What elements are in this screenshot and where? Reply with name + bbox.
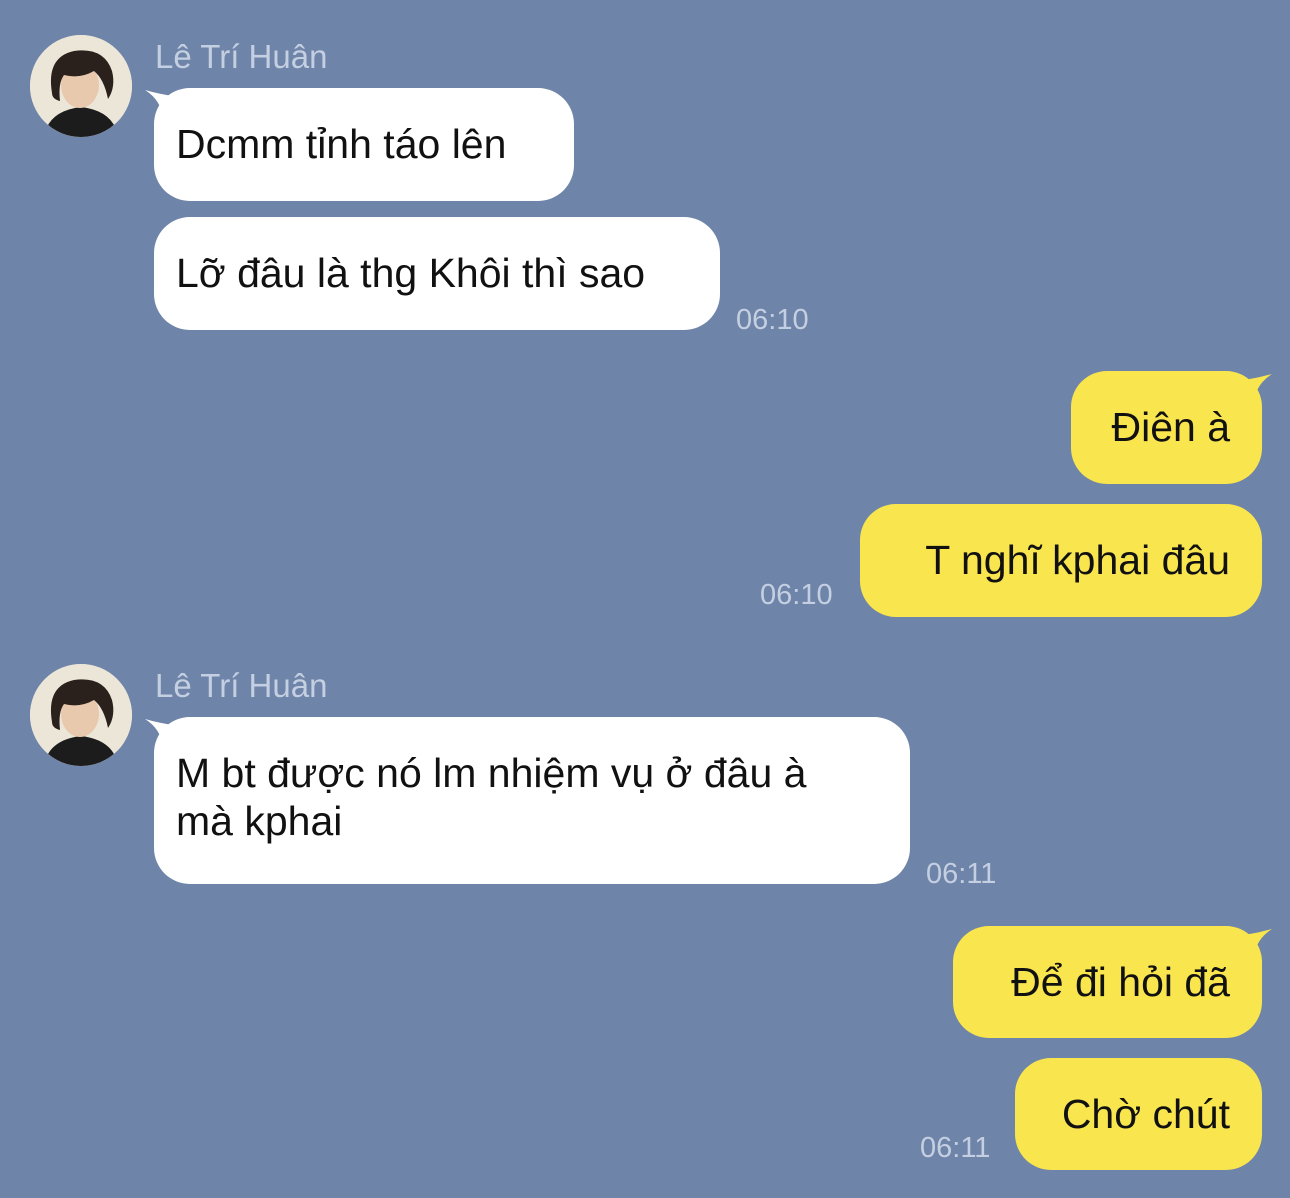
- sender-name: Lê Trí Huân: [155, 38, 328, 75]
- message-text: T nghĩ kphai đâu: [925, 537, 1230, 583]
- message-timestamp: 06:11: [920, 1132, 991, 1164]
- message-timestamp: 06:10: [736, 304, 809, 336]
- message-bubble-incoming[interactable]: Dcmm tỉnh táo lên: [154, 88, 574, 201]
- message-bubble-incoming[interactable]: M bt được nó lm nhiệm vụ ở đâu à mà kpha…: [154, 717, 910, 884]
- message-bubble-outgoing[interactable]: Chờ chút: [1015, 1058, 1262, 1170]
- message-text: Điên à: [1111, 404, 1230, 450]
- message-timestamp: 06:10: [760, 579, 833, 611]
- message-bubble-outgoing[interactable]: Để đi hỏi đã: [953, 926, 1262, 1038]
- sender-avatar[interactable]: [30, 35, 132, 137]
- message-text: Chờ chút: [1061, 1091, 1230, 1137]
- message-text: M bt được nó lm nhiệm vụ ở đâu à mà kpha…: [176, 750, 807, 844]
- message-text: Để đi hỏi đã: [1011, 959, 1230, 1005]
- message-timestamp: 06:11: [926, 858, 997, 890]
- message-bubble-incoming[interactable]: Lỡ đâu là thg Khôi thì sao: [154, 217, 720, 330]
- message-text: Lỡ đâu là thg Khôi thì sao: [176, 250, 646, 296]
- sender-avatar[interactable]: [30, 664, 132, 766]
- message-bubble-outgoing[interactable]: T nghĩ kphai đâu: [860, 504, 1262, 617]
- message-bubble-outgoing[interactable]: Điên à: [1071, 371, 1262, 484]
- sender-name: Lê Trí Huân: [155, 667, 328, 704]
- message-text: Dcmm tỉnh táo lên: [176, 121, 507, 167]
